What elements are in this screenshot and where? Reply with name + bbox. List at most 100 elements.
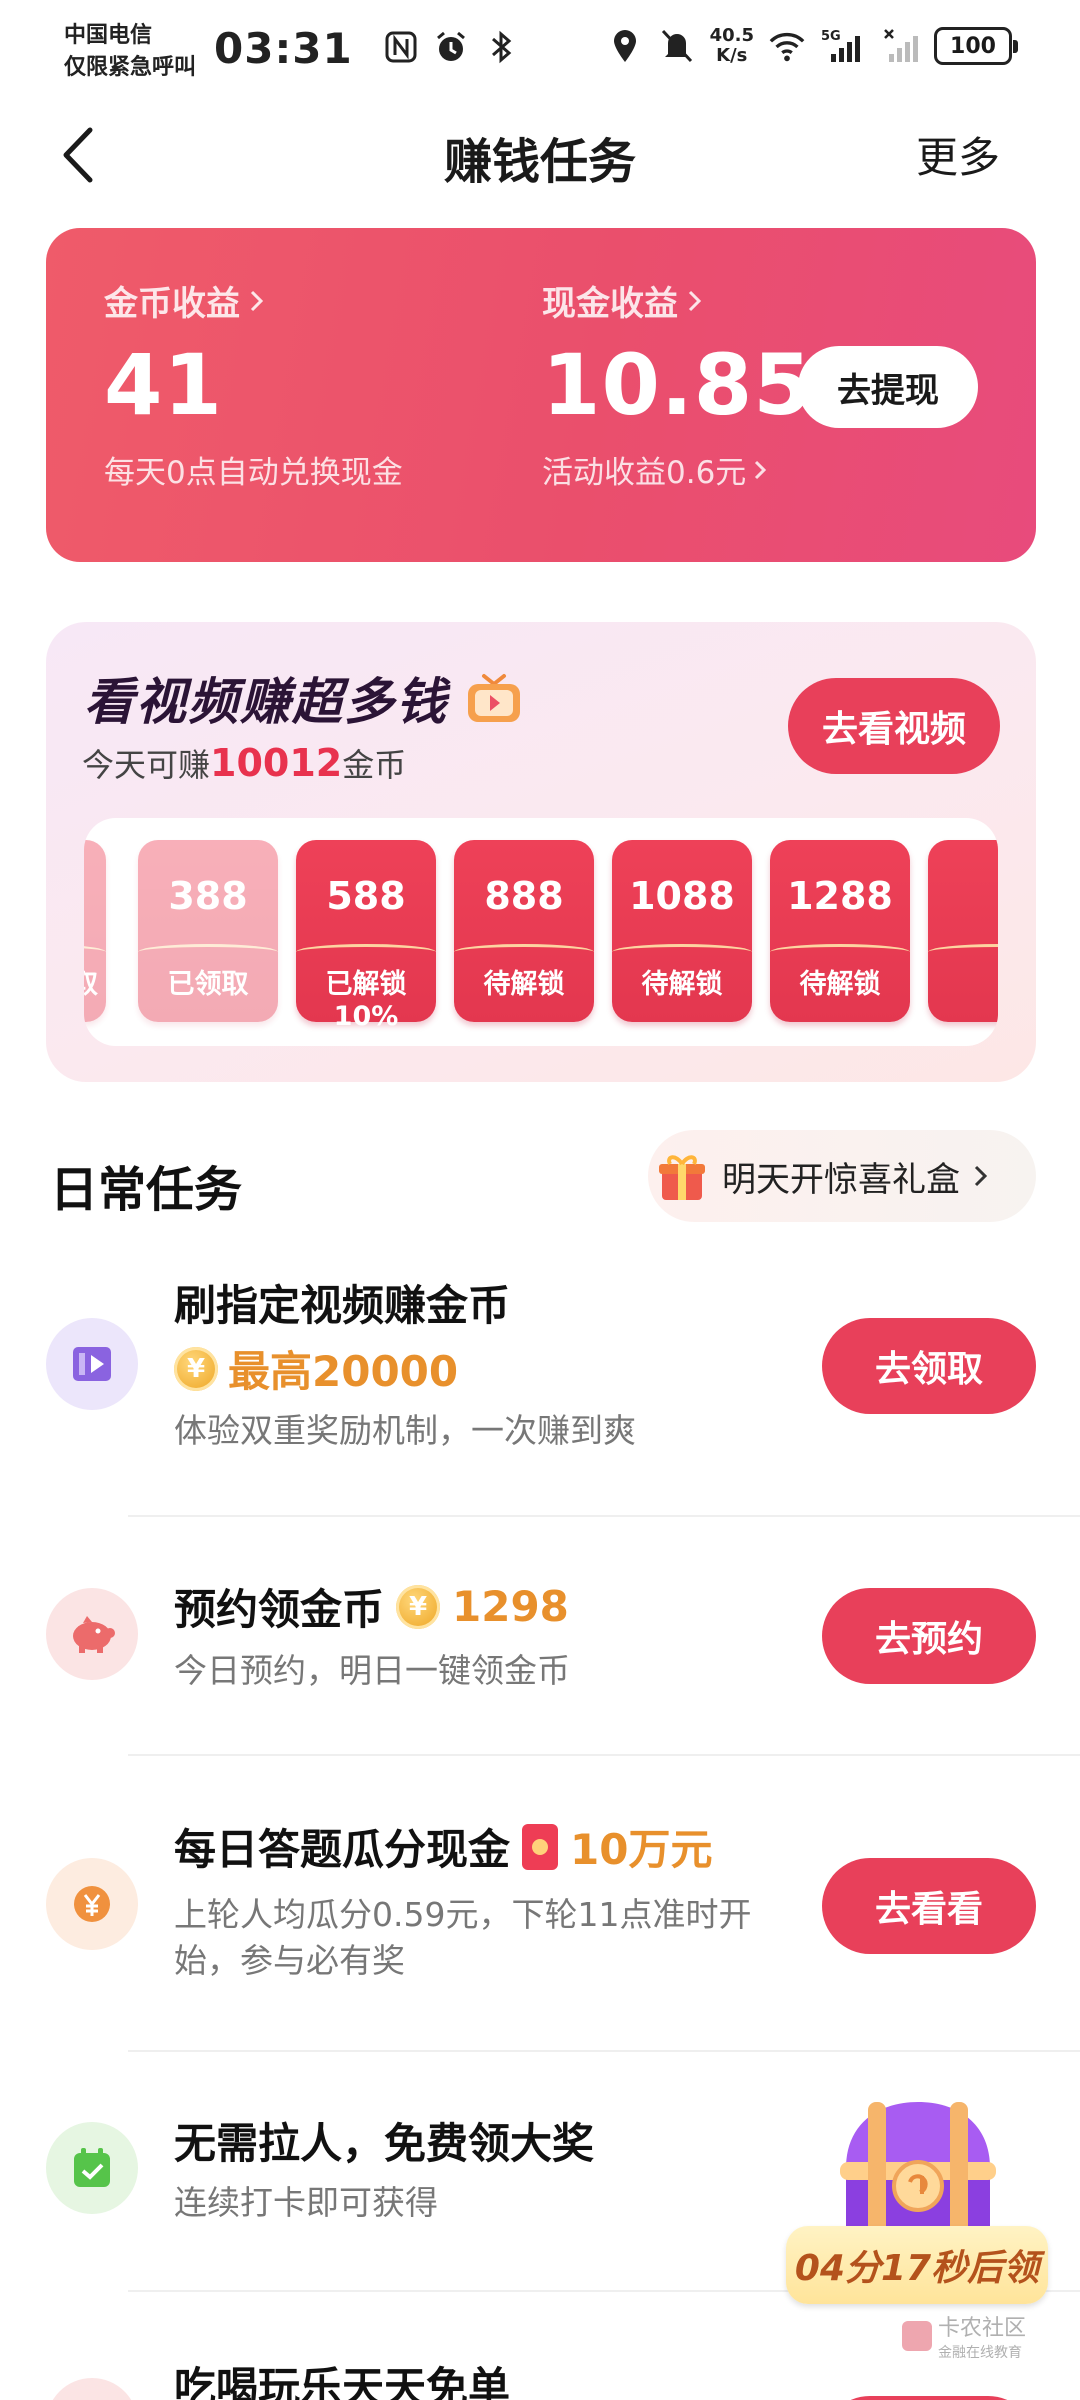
task-description: 上轮人均瓜分0.59元，下轮11点准时开始，参与必有奖 xyxy=(174,1895,752,1980)
earnings-card: 金币收益 41 每天0点自动兑换现金 现金收益 10.85 活动收益0.6元 去… xyxy=(46,228,1036,562)
cash-earnings-label: 现金收益 xyxy=(542,276,813,325)
activity-earnings-link[interactable]: 活动收益0.6元 xyxy=(542,447,813,492)
coin-earnings[interactable]: 金币收益 41 每天0点自动兑换现金 xyxy=(104,276,403,492)
treasure-chest-widget[interactable]: 04分17秒后领 xyxy=(786,2090,1056,2330)
reward-tier[interactable]: 1088 待解锁 xyxy=(612,840,752,1022)
view-button[interactable]: 去看看 xyxy=(822,1858,1036,1954)
watermark-name: 卡农社区 xyxy=(938,2316,1027,2341)
task-reward: ¥ 最高20000 xyxy=(174,1338,458,1399)
chevron-right-icon xyxy=(755,460,767,479)
tier-divider xyxy=(612,944,752,952)
video-play-icon xyxy=(46,1318,138,1410)
nfc-icon xyxy=(382,28,420,66)
video-card-title-text: 看视频赚超多钱 xyxy=(84,673,448,731)
tier-divider xyxy=(928,944,998,952)
alarm-icon xyxy=(432,28,470,66)
chevron-right-icon xyxy=(688,290,702,311)
chevron-right-icon xyxy=(974,1165,988,1187)
video-card-title: 看视频赚超多钱 xyxy=(84,662,524,734)
task-reward-amount: 最高20000 xyxy=(228,1347,459,1396)
gift-box-icon xyxy=(659,1155,705,1200)
tier-status: 已领取 xyxy=(167,969,249,1000)
task-description: 体验双重奖励机制，一次赚到爽 xyxy=(174,1411,636,1450)
divider xyxy=(128,1754,1080,1756)
task-title-row: 预约领金币 ¥ 1298 xyxy=(174,1576,569,1637)
task-description: 今日预约，明日一键领金币 xyxy=(174,1651,570,1690)
status-icons-left xyxy=(382,28,520,66)
reward-tier-row: 取 388 已领取 588 已解锁10% 888 待解锁 1088 待解锁 12… xyxy=(84,840,998,1032)
video-sub-amount: 10012 xyxy=(210,741,343,785)
reward-tier[interactable]: 388 已领取 xyxy=(138,840,278,1022)
daily-tasks-title: 日常任务 xyxy=(50,1162,243,1218)
claim-button[interactable]: 去领取 xyxy=(822,1318,1036,1414)
tier-amount: 1088 xyxy=(629,874,735,918)
surprise-gift-button[interactable]: 明天开惊喜礼盒 xyxy=(648,1130,1036,1222)
task-reward-amount: 10万元 xyxy=(570,1825,713,1874)
reward-tier[interactable]: 888 待解锁 xyxy=(454,840,594,1022)
wifi-icon xyxy=(768,27,806,65)
tier-divider xyxy=(770,944,910,952)
coin-earnings-label: 金币收益 xyxy=(104,276,403,325)
task-item: 刷指定视频赚金币 ¥ 最高20000 体验双重奖励机制，一次赚到爽 去领取 xyxy=(0,1262,1080,1514)
watch-video-button[interactable]: 去看视频 xyxy=(788,678,1000,774)
reward-tier[interactable] xyxy=(928,840,998,1022)
more-button[interactable]: 更多 xyxy=(916,124,1000,185)
status-bar: 中国电信 仅限紧急呼叫 03:31 40.5 K/s 5G 100 xyxy=(0,0,1080,100)
battery-icon: 100 xyxy=(934,27,1018,65)
tier-status: 待解锁 xyxy=(483,969,565,1000)
task-title: 无需拉人，免费领大奖 xyxy=(174,2119,595,2168)
piggy-bank-icon xyxy=(46,1588,138,1680)
coin-earnings-value: 41 xyxy=(104,336,223,434)
coin-earnings-title: 金币收益 xyxy=(104,284,240,324)
coin-icon: ¥ xyxy=(396,1584,441,1629)
reward-tier[interactable]: 1288 待解锁 xyxy=(770,840,910,1022)
tier-status: 取 xyxy=(84,969,98,1000)
net-speed-value: 40.5 xyxy=(709,25,754,46)
cash-earnings-title: 现金收益 xyxy=(542,284,678,324)
status-icons-right: 40.5 K/s 5G 100 xyxy=(606,26,1018,66)
task-title: 刷指定视频赚金币 xyxy=(174,1281,511,1330)
tier-amount: 1288 xyxy=(787,874,893,918)
signal-label: 5G xyxy=(821,29,841,44)
calendar-check-icon xyxy=(46,2122,138,2214)
reserve-button[interactable]: 去预约 xyxy=(822,1588,1036,1684)
nav-bar: 赚钱任务 更多 xyxy=(0,100,1080,210)
tier-amount: 888 xyxy=(484,874,564,918)
coin-earnings-note: 每天0点自动兑换现金 xyxy=(104,455,403,491)
status-time: 03:31 xyxy=(214,24,353,73)
cash-earnings[interactable]: 现金收益 10.85 活动收益0.6元 xyxy=(542,276,813,492)
watermark: 卡农社区 金融在线教育 xyxy=(902,2310,1026,2362)
tv-icon xyxy=(468,674,520,722)
divider xyxy=(128,2050,1080,2052)
cell-signal-icon: 5G xyxy=(820,27,868,65)
yuan-coin-icon xyxy=(46,1858,138,1950)
reward-tiers[interactable]: 取 388 已领取 588 已解锁10% 888 待解锁 1088 待解锁 12… xyxy=(84,818,998,1046)
task-title-row: 每日答题瓜分现金 10万元 xyxy=(174,1816,712,1877)
reward-tier[interactable]: 588 已解锁10% xyxy=(296,840,436,1032)
divider xyxy=(128,1515,1080,1517)
coin-icon: ¥ xyxy=(174,1346,218,1391)
tier-status: 待解锁 xyxy=(799,969,881,1000)
surprise-gift-label: 明天开惊喜礼盒 xyxy=(722,1159,960,1200)
activity-earnings-text: 活动收益0.6元 xyxy=(542,455,747,491)
tier-amount: 588 xyxy=(326,874,406,918)
task-reward-amount: 1298 xyxy=(452,1582,569,1631)
tier-status: 待解锁 xyxy=(641,969,723,1000)
withdraw-button[interactable]: 去提现 xyxy=(798,346,978,428)
task-item: 预约领金币 ¥ 1298 今日预约，明日一键领金币 去预约 xyxy=(0,1540,1080,1752)
video-reward-card: 看视频赚超多钱 今天可赚10012金币 去看视频 取 388 已领取 588 已… xyxy=(46,622,1036,1082)
no-sim-signal-icon xyxy=(882,27,920,65)
red-packet-icon xyxy=(522,1823,559,1870)
task-button[interactable] xyxy=(822,2396,1036,2400)
cash-earnings-value: 10.85 xyxy=(542,336,813,434)
chest-countdown: 04分17秒后领 xyxy=(786,2226,1048,2304)
tier-divider xyxy=(296,944,436,952)
carrier-status: 仅限紧急呼叫 xyxy=(64,55,197,80)
reward-tier[interactable]: 取 xyxy=(84,840,106,1022)
task-title: 预约领金币 xyxy=(174,1585,385,1634)
watermark-tagline: 金融在线教育 xyxy=(938,2345,1022,2361)
task-icon xyxy=(46,2378,138,2400)
net-speed: 40.5 K/s xyxy=(710,26,754,66)
chevron-right-icon xyxy=(250,290,264,311)
carrier-name: 中国电信 xyxy=(64,23,153,48)
